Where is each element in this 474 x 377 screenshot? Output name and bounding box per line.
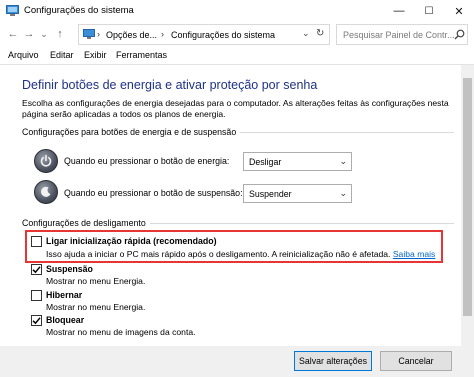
sleep-button-action-select[interactable]: Suspender ⌄ bbox=[243, 184, 352, 203]
forward-arrow-icon[interactable]: → bbox=[22, 27, 36, 41]
power-button-action-select[interactable]: Desligar ⌄ bbox=[243, 152, 352, 171]
search-icon[interactable] bbox=[454, 29, 465, 40]
menu-bar: Arquivo Editar Exibir Ferramentas bbox=[0, 48, 474, 64]
select-value: Desligar bbox=[249, 157, 282, 167]
chevron-down-icon: ⌄ bbox=[339, 156, 347, 166]
fast-startup-description: Isso ajuda a iniciar o PC mais rápido ap… bbox=[46, 249, 435, 259]
back-arrow-icon[interactable]: ← bbox=[6, 27, 20, 41]
save-changes-button[interactable]: Salvar alterações bbox=[294, 351, 372, 371]
sleep-description: Mostrar no menu Energia. bbox=[46, 276, 146, 286]
breadcrumb-item[interactable]: Configurações do sistema bbox=[171, 30, 275, 40]
sleep-button-icon bbox=[34, 180, 58, 204]
close-button[interactable]: ✕ bbox=[444, 0, 474, 22]
breadcrumb-separator: › bbox=[97, 29, 100, 39]
control-panel-icon bbox=[6, 5, 19, 17]
address-dropdown-icon[interactable]: ⌄ bbox=[302, 28, 310, 39]
menu-arquivo[interactable]: Arquivo bbox=[8, 50, 39, 60]
scrollbar-thumb[interactable] bbox=[463, 78, 472, 316]
minimize-button[interactable]: — bbox=[384, 0, 414, 22]
fast-startup-label[interactable]: Ligar inicialização rápida (recomendado) bbox=[46, 236, 217, 246]
chevron-down-icon: ⌄ bbox=[339, 188, 347, 198]
hibernate-description: Mostrar no menu Energia. bbox=[46, 302, 146, 312]
address-bar[interactable]: › Opções de... › Configurações do sistem… bbox=[78, 24, 330, 45]
power-button-icon bbox=[34, 149, 58, 173]
page-description: Escolha as configurações de energia dese… bbox=[22, 98, 449, 119]
power-button-label: Quando eu pressionar o botão de energia: bbox=[64, 156, 230, 166]
sleep-label[interactable]: Suspensão bbox=[46, 264, 93, 274]
hibernate-checkbox[interactable] bbox=[31, 290, 42, 301]
recent-locations-icon[interactable]: ⌄ bbox=[37, 27, 51, 41]
shutdown-group-label: Configurações de desligamento bbox=[22, 218, 150, 228]
checkmark-icon bbox=[32, 266, 41, 274]
sleep-button-label: Quando eu pressionar o botão de suspensã… bbox=[64, 188, 243, 198]
hibernate-label[interactable]: Hibernar bbox=[46, 290, 82, 300]
fast-startup-checkbox[interactable] bbox=[31, 236, 42, 247]
maximize-button[interactable]: ☐ bbox=[414, 0, 444, 22]
power-group-label: Configurações para botões de energia e d… bbox=[22, 127, 241, 137]
lock-checkbox[interactable] bbox=[31, 315, 42, 326]
cancel-button[interactable]: Cancelar bbox=[380, 351, 452, 371]
checkmark-icon bbox=[32, 317, 41, 325]
menu-editar[interactable]: Editar bbox=[50, 50, 74, 60]
control-panel-icon bbox=[83, 29, 95, 40]
lock-label[interactable]: Bloquear bbox=[46, 315, 84, 325]
window-title: Configurações do sistema bbox=[24, 5, 134, 16]
up-arrow-icon[interactable]: ↑ bbox=[53, 27, 67, 41]
footer: Salvar alterações Cancelar bbox=[0, 346, 474, 377]
lock-description: Mostrar no menu de imagens da conta. bbox=[46, 327, 196, 337]
page-title: Definir botões de energia e ativar prote… bbox=[22, 78, 318, 92]
title-bar: Configurações do sistema — ☐ ✕ bbox=[0, 0, 474, 22]
menu-exibir[interactable]: Exibir bbox=[84, 50, 107, 60]
breadcrumb-separator: › bbox=[161, 29, 164, 39]
navigation-bar: ← → ⌄ ↑ › Opções de... › Configurações d… bbox=[0, 22, 474, 48]
fast-startup-desc-text: Isso ajuda a iniciar o PC mais rápido ap… bbox=[46, 249, 391, 259]
menu-ferramentas[interactable]: Ferramentas bbox=[116, 50, 167, 60]
divider bbox=[0, 64, 474, 65]
refresh-icon[interactable]: ↻ bbox=[316, 28, 324, 39]
search-placeholder: Pesquisar Painel de Contr... bbox=[343, 30, 455, 40]
sleep-checkbox[interactable] bbox=[31, 264, 42, 275]
select-value: Suspender bbox=[249, 189, 292, 199]
search-input[interactable]: Pesquisar Painel de Contr... bbox=[336, 24, 468, 45]
breadcrumb-item[interactable]: Opções de... bbox=[106, 30, 157, 40]
learn-more-link[interactable]: Saiba mais bbox=[393, 249, 436, 259]
